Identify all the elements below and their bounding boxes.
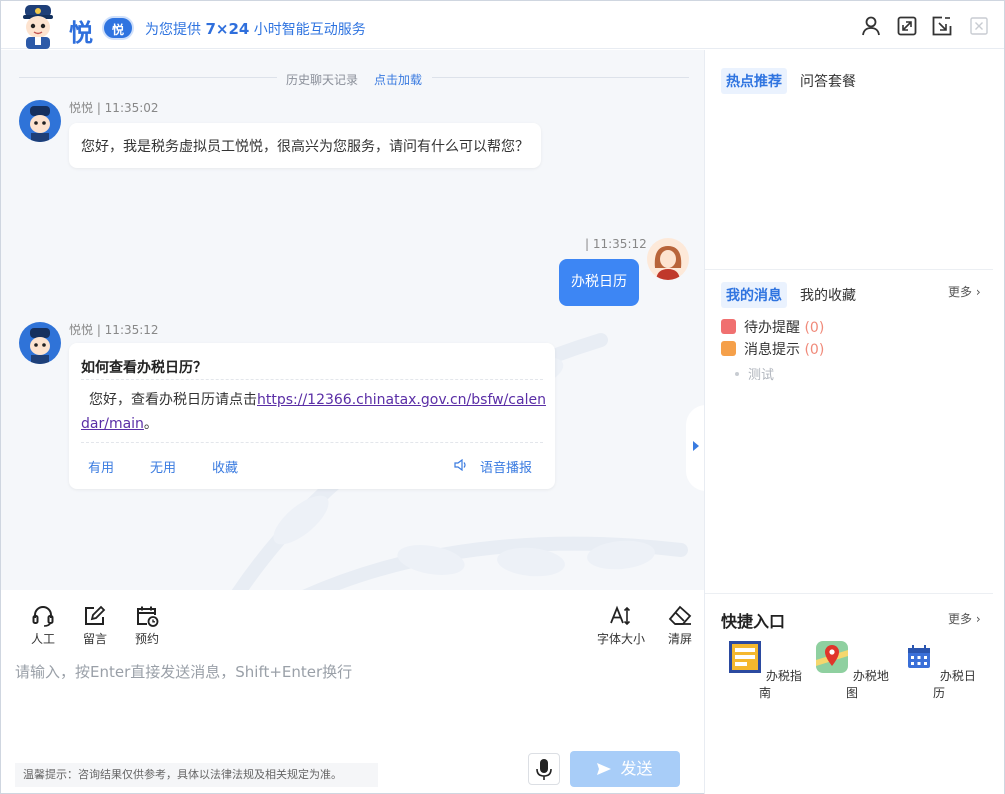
map-pin-icon xyxy=(816,641,849,673)
user-message-meta: | 11:35:12 xyxy=(585,237,647,251)
answer-prefix: 您好，查看办税日历请点击 xyxy=(89,392,257,408)
bot-avatar xyxy=(19,322,61,364)
tab-hot-recommend[interactable]: 热点推荐 xyxy=(721,68,787,94)
microphone-button[interactable] xyxy=(528,753,560,785)
answer-divider xyxy=(81,379,543,380)
notice-label: 消息提示 xyxy=(744,342,800,358)
input-toolbar: 人工 留言 预约 字体大小 清屏 xyxy=(1,590,704,650)
tax-map-label: 办税地图 xyxy=(845,669,889,700)
edit-icon xyxy=(85,605,106,625)
microphone-icon xyxy=(536,759,552,780)
answer-title: 如何查看办税日历？ xyxy=(81,360,207,376)
answer-divider xyxy=(81,442,543,443)
appointment-tool[interactable]: 预约 xyxy=(131,604,163,647)
font-size-label: 字体大小 xyxy=(596,632,645,646)
speaker-icon[interactable] xyxy=(454,459,468,471)
voice-broadcast-button[interactable]: 语音播报 xyxy=(480,457,532,476)
more-quick-label: 更多 xyxy=(948,612,973,626)
send-button[interactable]: 发送 xyxy=(570,751,680,787)
user-portrait-icon xyxy=(654,246,682,280)
useless-button[interactable]: 无用 xyxy=(150,457,176,476)
history-divider-right xyxy=(432,77,689,78)
close-icon[interactable] xyxy=(968,15,990,37)
notice-row[interactable]: 消息提示 (0) xyxy=(721,339,824,359)
history-label: 历史聊天记录 xyxy=(286,73,359,87)
headset-icon xyxy=(32,606,54,627)
more-messages-link[interactable]: 更多 › xyxy=(948,283,981,300)
todo-label: 待办提醒 xyxy=(744,320,800,336)
appointment-label: 预约 xyxy=(134,632,159,646)
more-messages-label: 更多 xyxy=(948,285,973,299)
message-input[interactable]: 请输入，按Enter直接发送消息，Shift+Enter换行 xyxy=(15,661,695,682)
quick-tax-guide[interactable]: 办税指南 xyxy=(725,640,805,701)
tab-qa-package[interactable]: 问答套餐 xyxy=(800,71,856,91)
user-query-bubble: 办税日历 xyxy=(559,259,639,306)
tax-guide-label: 办税指南 xyxy=(758,669,802,700)
tax-calendar-label: 办税日历 xyxy=(932,669,976,700)
arrow-right-icon xyxy=(693,441,699,451)
header: 悦 悦 为您提供 7×24 小时智能互动服务 xyxy=(1,1,1004,49)
agent-label: 人工 xyxy=(30,632,55,646)
tab-my-messages[interactable]: 我的消息 xyxy=(721,282,787,308)
user-avatar xyxy=(647,238,689,280)
collect-button[interactable]: 收藏 xyxy=(212,457,238,476)
panel-divider xyxy=(705,269,993,270)
tab-my-favorites[interactable]: 我的收藏 xyxy=(800,285,856,305)
expand-icon[interactable] xyxy=(896,15,918,37)
load-history-link[interactable]: 点击加载 xyxy=(374,71,422,88)
panel-divider xyxy=(705,593,993,594)
agent-tool[interactable]: 人工 xyxy=(27,604,59,647)
bulb-icon xyxy=(721,341,736,356)
brand-logo: 悦 xyxy=(69,19,93,47)
brand-badge: 悦 xyxy=(102,16,134,40)
slogan-prefix: 为您提供 xyxy=(145,22,201,38)
bot-message-meta: 悦悦 | 11:35:02 xyxy=(69,101,159,115)
slogan-hours: 7×24 xyxy=(205,20,250,38)
leave-message-tool[interactable]: 留言 xyxy=(79,604,111,647)
quick-tax-calendar[interactable]: 办税日历 xyxy=(899,640,979,701)
send-label: 发送 xyxy=(620,759,653,778)
font-size-tool[interactable]: 字体大小 xyxy=(595,604,647,647)
leave-message-label: 留言 xyxy=(82,632,107,646)
quick-entry-title: 快捷入口 xyxy=(721,612,786,631)
calendar-icon xyxy=(908,645,931,668)
clear-screen-tool[interactable]: 清屏 xyxy=(665,604,695,647)
useful-button[interactable]: 有用 xyxy=(88,457,114,476)
test-message-item[interactable]: 测试 xyxy=(735,364,774,383)
slogan-suffix: 小时智能互动服务 xyxy=(253,22,366,38)
bot-message-meta: 悦悦 | 11:35:12 xyxy=(69,323,159,337)
bot-avatar xyxy=(19,100,61,142)
todo-count: (0) xyxy=(804,320,825,336)
header-slogan: 为您提供 7×24 小时智能互动服务 xyxy=(145,19,366,39)
mascot-icon xyxy=(30,106,50,142)
bot-greeting-bubble: 您好，我是税务虚拟员工悦悦，很高兴为您服务，请问有什么可以帮您？ xyxy=(69,123,541,168)
more-quick-link[interactable]: 更多 › xyxy=(948,610,981,627)
history-divider-left xyxy=(19,77,277,78)
tax-guide-icon xyxy=(729,641,762,673)
minimize-icon[interactable] xyxy=(931,15,953,37)
mascot-avatar-icon xyxy=(23,5,53,49)
bot-answer-card: 如何查看办税日历？ 您好，查看办税日历请点击https://12366.chin… xyxy=(69,343,555,489)
answer-body: 您好，查看办税日历请点击https://12366.chinatax.gov.c… xyxy=(81,388,547,436)
send-icon xyxy=(597,763,612,775)
disclaimer-tip: 温馨提示：咨询结果仅供参考，具体以法律法规及相关规定为准。 xyxy=(15,763,378,787)
answer-suffix: 。 xyxy=(143,416,158,432)
calendar-clock-icon xyxy=(137,606,159,627)
collapse-panel-toggle[interactable] xyxy=(686,405,704,491)
font-size-icon xyxy=(610,605,631,626)
eraser-icon xyxy=(668,605,692,625)
chat-window: 悦 悦 为您提供 7×24 小时智能互动服务 历史聊天记录 点击加载 悦悦 | … xyxy=(0,0,1005,794)
chat-message-area[interactable]: 历史聊天记录 点击加载 悦悦 | 11:35:02 您好，我是税务虚拟员工悦悦，… xyxy=(1,50,704,590)
right-panel: 热点推荐 问答套餐 我的消息 我的收藏 更多 › 待办提醒 (0) 消息提示 (… xyxy=(704,50,1004,794)
clock-icon xyxy=(721,319,736,334)
notice-count: (0) xyxy=(804,342,825,358)
quick-tax-map[interactable]: 办税地图 xyxy=(812,640,892,701)
clear-screen-label: 清屏 xyxy=(667,632,692,646)
todo-reminder-row[interactable]: 待办提醒 (0) xyxy=(721,317,824,337)
bot-greeting-text: 您好，我是税务虚拟员工悦悦，很高兴为您服务，请问有什么可以帮您？ xyxy=(81,139,529,155)
mascot-icon xyxy=(30,328,50,364)
user-profile-icon[interactable] xyxy=(860,15,882,37)
